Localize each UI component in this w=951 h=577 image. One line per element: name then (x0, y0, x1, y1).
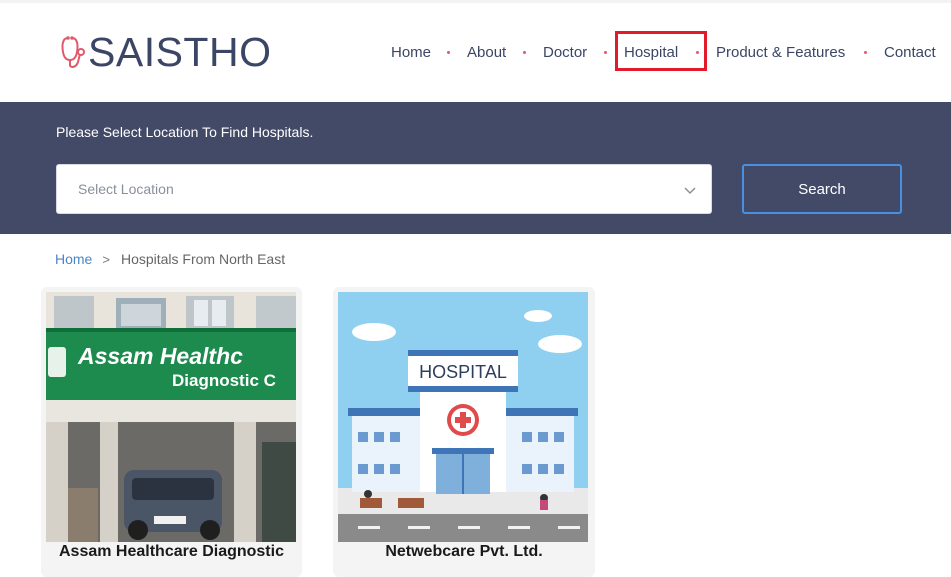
search-button[interactable]: Search (742, 164, 902, 214)
site-header: SAISTHO Home About Doctor Hospital Produ… (0, 3, 951, 102)
nav-product-features[interactable]: Product & Features (716, 42, 845, 64)
search-caption: Please Select Location To Find Hospitals… (56, 124, 314, 140)
breadcrumb: Home > Hospitals From North East (55, 251, 285, 267)
hospital-photo[interactable]: Assam Healthc Diagnostic C (46, 292, 296, 542)
chevron-down-icon (684, 187, 696, 195)
nav-separator-dot (604, 51, 607, 54)
nav-doctor[interactable]: Doctor (543, 42, 587, 64)
hospital-illustration[interactable]: HOSPITAL (338, 292, 588, 542)
nav-separator-dot (447, 51, 450, 54)
nav-home[interactable]: Home (391, 42, 431, 64)
hospital-card[interactable]: Assam Healthc Diagnostic C Assam Healthc… (41, 287, 302, 577)
photo-sign-line1: Assam Healthc (77, 343, 243, 369)
nav-contact[interactable]: Contact (884, 42, 936, 64)
main-nav: Home About Doctor Hospital Product & Fea… (0, 42, 951, 64)
nav-separator-dot (864, 51, 867, 54)
hospital-card[interactable]: HOSPITAL Netwebcare Pvt. Ltd. (333, 287, 595, 577)
nav-hospital-highlight-box (615, 31, 707, 71)
location-select-placeholder: Select Location (78, 181, 174, 197)
hospital-card-title[interactable]: Assam Healthcare Diagnostic (41, 543, 302, 561)
photo-sign-line2: Diagnostic C (172, 371, 276, 390)
location-search-band: Please Select Location To Find Hospitals… (0, 102, 951, 234)
illustration-hospital-label: HOSPITAL (419, 362, 507, 382)
nav-about[interactable]: About (467, 42, 506, 64)
location-select[interactable]: Select Location (56, 164, 712, 214)
hospital-card-title[interactable]: Netwebcare Pvt. Ltd. (333, 543, 595, 561)
breadcrumb-home-link[interactable]: Home (55, 251, 92, 267)
breadcrumb-current: Hospitals From North East (120, 251, 286, 267)
breadcrumb-separator: > (102, 251, 110, 267)
nav-separator-dot (523, 51, 526, 54)
